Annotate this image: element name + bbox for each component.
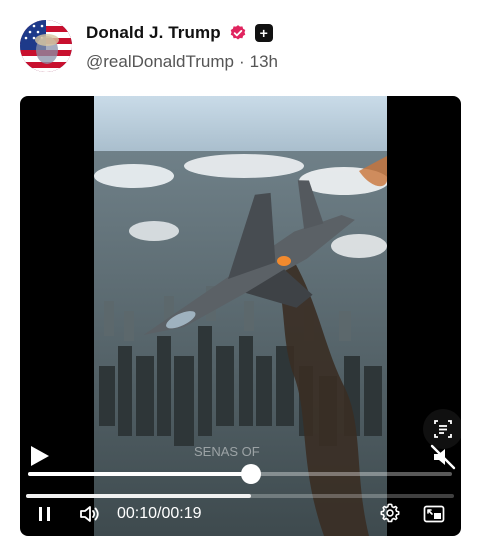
author-row: Donald J. Trump + (86, 23, 273, 43)
time-display: 00:10 / 00:19 (117, 505, 202, 523)
play-button[interactable] (27, 444, 51, 468)
current-time: 00:10 (117, 505, 158, 522)
pause-icon (39, 507, 50, 521)
volume-icon (80, 506, 99, 522)
author-handle[interactable]: @realDonaldTrump (86, 52, 234, 72)
seek-handle[interactable] (241, 464, 262, 484)
captions-icon (434, 420, 452, 438)
picture-in-picture-icon (423, 505, 445, 523)
pause-button[interactable] (35, 504, 55, 524)
seek-bar[interactable] (28, 464, 452, 484)
meta-separator: · (238, 52, 245, 71)
duration: 00:19 (161, 505, 202, 522)
media-thumbnail-strip (20, 545, 220, 551)
muted-speaker-icon (430, 444, 456, 470)
settings-button[interactable] (379, 502, 401, 524)
mute-toggle[interactable] (428, 442, 458, 472)
gear-icon (380, 503, 400, 523)
player-controls: 00:10 / 00:19 (20, 498, 461, 530)
avatar[interactable] (20, 20, 72, 72)
video-watermark: SENAS OF (194, 444, 260, 459)
seek-bar-played (28, 472, 252, 476)
post-header: Donald J. Trump + @realDonaldTrump · 13h (20, 20, 460, 76)
author-name[interactable]: Donald J. Trump (86, 23, 221, 43)
plus-badge-icon: + (254, 24, 273, 42)
play-icon (31, 446, 49, 466)
volume-button[interactable] (78, 502, 102, 526)
post-meta: @realDonaldTrump · 13h (86, 52, 278, 72)
video-player[interactable]: SENAS OF 00:10 / 00:19 (20, 96, 461, 536)
verified-check-icon (229, 24, 247, 42)
picture-in-picture-button[interactable] (422, 502, 446, 526)
post-timestamp[interactable]: 13h (250, 52, 278, 72)
